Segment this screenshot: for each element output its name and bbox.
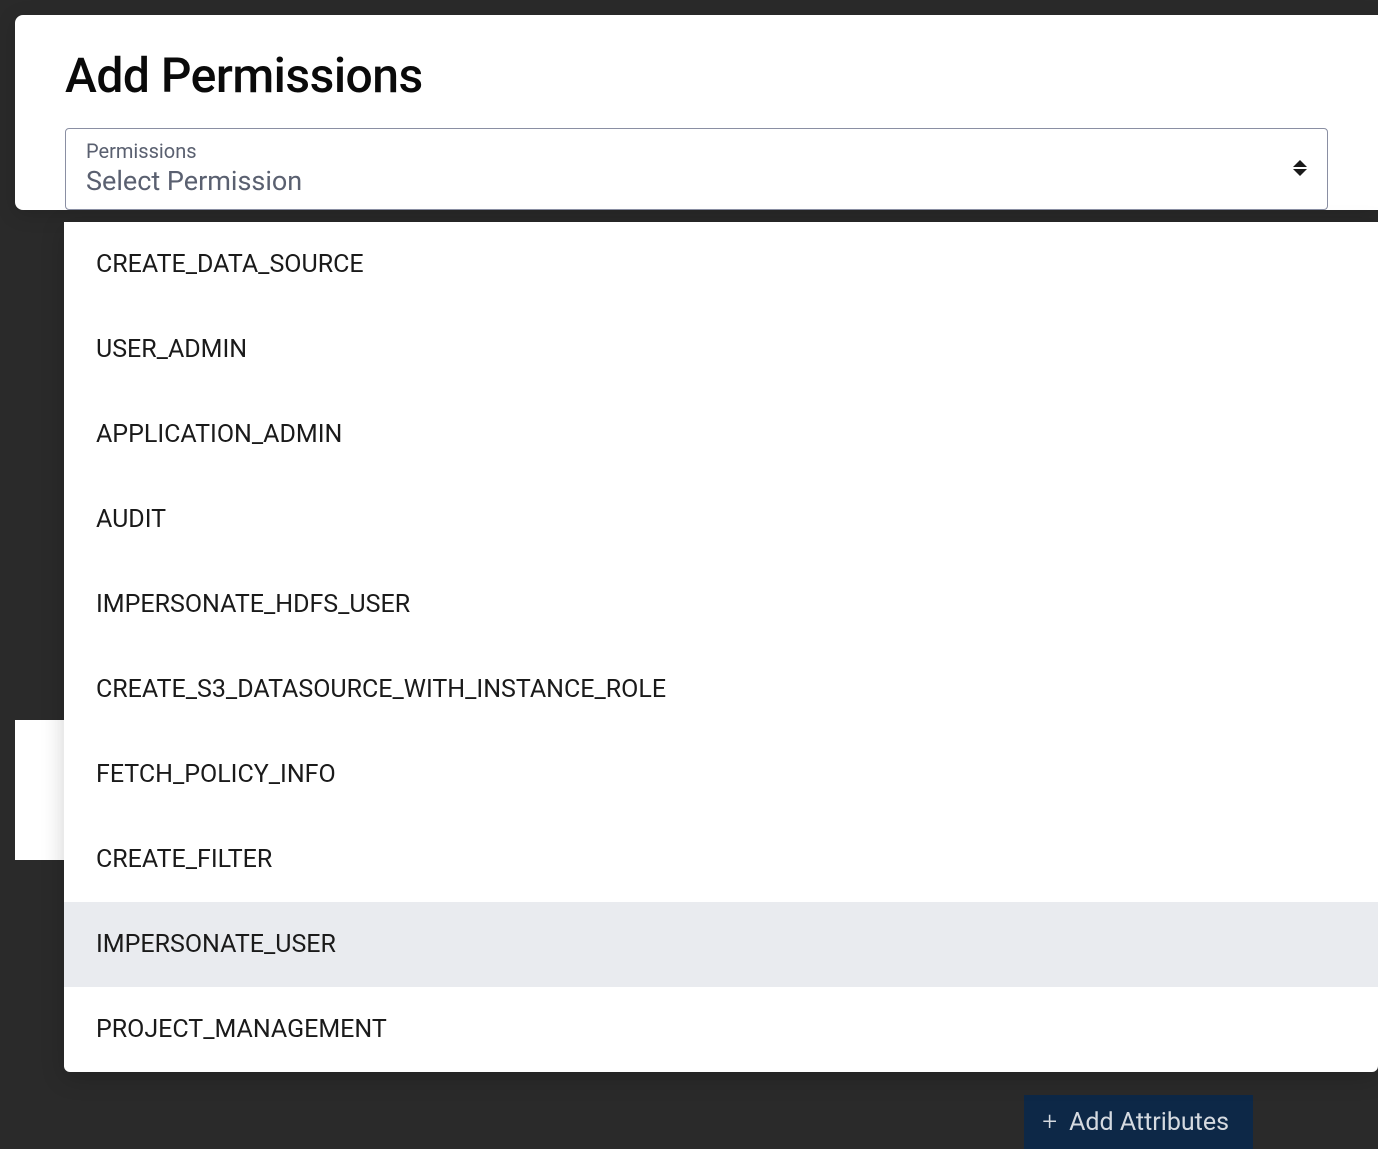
permissions-dropdown: CREATE_DATA_SOURCEUSER_ADMINAPPLICATION_… (64, 222, 1378, 1072)
dropdown-option[interactable]: APPLICATION_ADMIN (64, 392, 1378, 477)
select-placeholder: Select Permission (86, 165, 302, 197)
plus-icon: + (1042, 1107, 1057, 1137)
dropdown-option[interactable]: IMPERSONATE_HDFS_USER (64, 562, 1378, 647)
dropdown-option[interactable]: CREATE_S3_DATASOURCE_WITH_INSTANCE_ROLE (64, 647, 1378, 732)
dropdown-option[interactable]: USER_ADMIN (64, 307, 1378, 392)
modal-title: Add Permissions (65, 47, 1328, 104)
dropdown-option[interactable]: AUDIT (64, 477, 1378, 562)
dropdown-option[interactable]: PROJECT_MANAGEMENT (64, 987, 1378, 1072)
dropdown-option[interactable]: CREATE_DATA_SOURCE (64, 222, 1378, 307)
select-label-group: Permissions Select Permission (86, 139, 302, 197)
permissions-select[interactable]: Permissions Select Permission (65, 128, 1328, 210)
chevron-up-icon (1293, 160, 1307, 167)
dropdown-option[interactable]: FETCH_POLICY_INFO (64, 732, 1378, 817)
add-permissions-modal: Add Permissions Permissions Select Permi… (15, 15, 1378, 210)
select-field-label: Permissions (86, 139, 302, 163)
unfold-icon (1293, 160, 1307, 176)
dropdown-option[interactable]: CREATE_FILTER (64, 817, 1378, 902)
chevron-down-icon (1293, 169, 1307, 176)
add-attributes-label: Add Attributes (1069, 1108, 1229, 1137)
add-attributes-button[interactable]: + Add Attributes (1024, 1095, 1253, 1149)
dropdown-option[interactable]: IMPERSONATE_USER (64, 902, 1378, 987)
